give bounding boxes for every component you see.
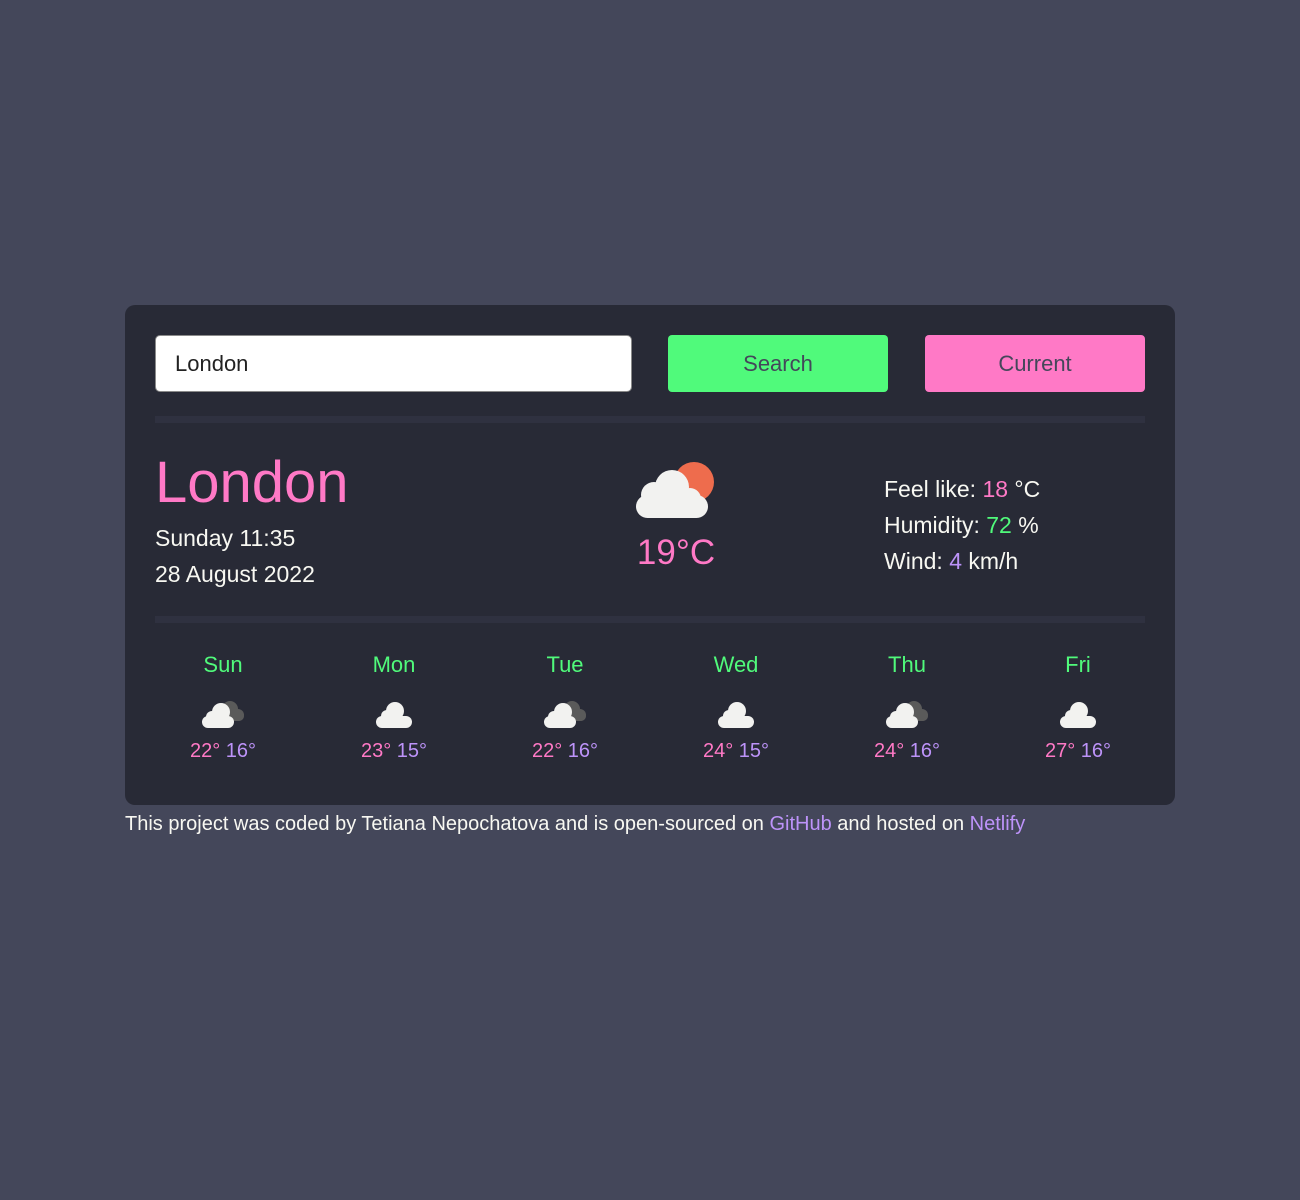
weather-details: Feel like: 18 °C Humidity: 72 % Wind: 4 …	[884, 471, 1040, 579]
forecast-min: 15°	[396, 740, 428, 762]
forecast-row: Sun 22° 16° Mon 23° 15° Tue 22° 16° Wed …	[155, 645, 1181, 785]
partly-cloudy-day-icon	[636, 462, 714, 518]
current-temperature: 19°C	[636, 533, 716, 572]
feels-like-value: 18	[982, 476, 1009, 502]
feels-like-label: Feel like:	[884, 476, 977, 502]
wind-label: Wind:	[884, 548, 943, 574]
forecast-day: Wed 24° 15°	[676, 645, 796, 763]
forecast-temps: 27° 16°	[1018, 739, 1138, 763]
forecast-min: 15°	[738, 740, 770, 762]
wind-row: Wind: 4 km/h	[884, 543, 1040, 579]
forecast-day-name: Thu	[888, 652, 926, 677]
forecast-day: Sun 22° 16°	[163, 645, 283, 763]
footer-text-middle: and hosted on	[831, 813, 970, 835]
cloud-icon	[1060, 702, 1096, 728]
city-name: London	[155, 450, 349, 515]
forecast-temps: 22° 16°	[163, 739, 283, 763]
forecast-day-name: Mon	[372, 652, 416, 677]
forecast-day-name: Sun	[203, 652, 243, 677]
forecast-day: Mon 23° 15°	[334, 645, 454, 763]
forecast-day-name: Tue	[546, 652, 584, 677]
city-search-input[interactable]	[155, 335, 632, 392]
forecast-day: Thu 24° 16°	[847, 645, 967, 763]
forecast-max: 24°	[702, 740, 734, 762]
forecast-day: Tue 22° 16°	[505, 645, 625, 763]
forecast-min: 16°	[225, 740, 257, 762]
cloud-with-dark-cloud-icon	[886, 701, 928, 728]
forecast-min: 16°	[909, 740, 941, 762]
search-button[interactable]: Search	[668, 335, 888, 392]
feels-like-unit: °C	[1014, 476, 1041, 502]
weather-card: Search Current London Sunday 11:35 28 Au…	[125, 305, 1175, 805]
forecast-min: 16°	[1080, 740, 1112, 762]
forecast-max: 22°	[189, 740, 221, 762]
cloud-icon	[376, 702, 412, 728]
forecast-temps: 24° 15°	[676, 739, 796, 763]
forecast-max: 23°	[360, 740, 392, 762]
divider	[155, 616, 1145, 623]
divider	[155, 416, 1145, 423]
wind-unit: km/h	[968, 548, 1019, 574]
search-form: Search Current	[155, 335, 1145, 392]
humidity-row: Humidity: 72 %	[884, 507, 1040, 543]
current-date: 28 August 2022	[155, 561, 315, 587]
day-time: Sunday 11:35	[155, 525, 296, 551]
cloud-with-dark-cloud-icon	[202, 701, 244, 728]
forecast-max: 27°	[1044, 740, 1076, 762]
forecast-day: Fri 27° 16°	[1018, 645, 1138, 763]
forecast-max: 22°	[531, 740, 563, 762]
footer: This project was coded by Tetiana Nepoch…	[125, 812, 1025, 836]
forecast-day-name: Fri	[1065, 652, 1091, 677]
forecast-temps: 24° 16°	[847, 739, 967, 763]
cloud-icon	[718, 702, 754, 728]
forecast-temps: 22° 16°	[505, 739, 625, 763]
forecast-max: 24°	[873, 740, 905, 762]
footer-text-before: This project was coded by Tetiana Nepoch…	[125, 813, 770, 835]
cloud-with-dark-cloud-icon	[544, 701, 586, 728]
forecast-day-name: Wed	[713, 652, 759, 677]
humidity-unit: %	[1018, 512, 1039, 538]
wind-value: 4	[949, 548, 962, 574]
github-link[interactable]: GitHub	[769, 813, 831, 835]
forecast-min: 16°	[567, 740, 599, 762]
humidity-value: 72	[986, 512, 1012, 538]
current-location-button[interactable]: Current	[925, 335, 1145, 392]
netlify-link[interactable]: Netlify	[970, 813, 1026, 835]
humidity-label: Humidity:	[884, 512, 980, 538]
feels-like-row: Feel like: 18 °C	[884, 471, 1040, 507]
forecast-temps: 23° 15°	[334, 739, 454, 763]
